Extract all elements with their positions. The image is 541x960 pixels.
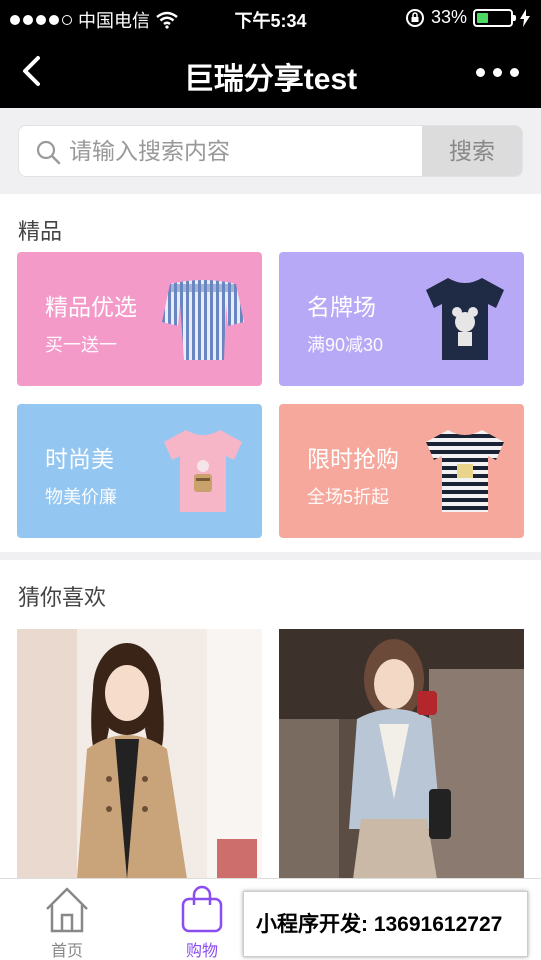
trench-coat-photo [17,629,262,879]
product-photo-trench-coat[interactable] [17,629,262,879]
featured-card-fashion[interactable]: 时尚美 物美价廉 [17,404,262,538]
striped-tshirt-image [426,430,504,512]
product-photo-jacket[interactable] [279,629,524,879]
card-title: 限时抢购 [307,446,399,472]
featured-card-flash-sale[interactable]: 限时抢购 全场5折起 [279,404,524,538]
jacket-photo [279,629,524,879]
featured-card-selection[interactable]: 精品优选 买一送一 [17,252,262,386]
tab-home[interactable]: 首页 [17,885,117,960]
featured-section: 精品 精品优选 买一送一 名牌场 满90减30 时尚美 物美价廉 限时抢购 全场… [0,194,541,552]
striped-blouse-image [162,280,244,360]
featured-header: 精品 [18,219,63,244]
card-title: 名牌场 [307,294,376,320]
search-button[interactable]: 搜索 [422,126,522,176]
featured-card-brand[interactable]: 名牌场 满90减30 [279,252,524,386]
navy-tshirt-image [426,278,504,360]
card-title: 精品优选 [45,294,137,320]
search-bar: 搜索 [0,108,541,194]
charging-icon [520,8,530,27]
promo-overlay: 小程序开发: 13691612727 [243,891,528,957]
tab-shopping-label: 购物 [185,943,218,960]
tab-shopping[interactable]: 购物 [152,885,252,960]
more-options-icon[interactable] [476,68,519,77]
search-input[interactable] [69,126,419,176]
pink-tshirt-image [164,430,242,512]
status-right: 33% [405,7,531,28]
shopping-bag-icon [181,885,223,933]
card-title: 时尚美 [45,446,114,472]
tab-home-label: 首页 [50,943,83,960]
search-icon [36,140,61,165]
card-subtitle: 满90减30 [307,335,384,355]
card-subtitle: 全场5折起 [307,487,390,507]
battery-percent: 33% [430,7,467,27]
recommend-header: 猜你喜欢 [18,585,107,610]
recommend-section: 猜你喜欢 [0,560,541,879]
card-subtitle: 物美价廉 [45,487,117,507]
page-title: 巨瑞分享test [183,63,358,96]
orientation-lock-icon [405,8,424,27]
search-box: 搜索 [18,125,523,177]
battery-icon [473,8,516,27]
status-bar: 中国电信 下午5:34 33% [0,0,541,36]
home-icon [46,887,88,933]
navigation-bar: 巨瑞分享test [0,36,541,108]
card-subtitle: 买一送一 [45,335,117,355]
